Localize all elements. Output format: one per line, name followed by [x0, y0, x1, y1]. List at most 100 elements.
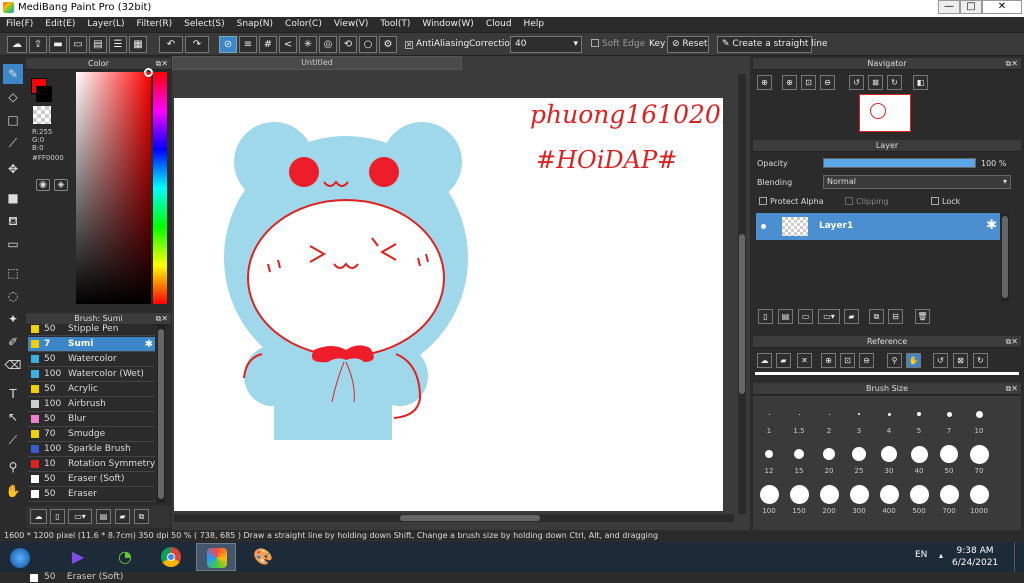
eyedropper-tool-icon[interactable]: ⚲	[3, 457, 23, 477]
brush-size-option[interactable]: 1	[755, 402, 783, 440]
canvas[interactable]: phuong16102010 #HOiDAP#	[174, 98, 723, 511]
brush-size-option[interactable]: 10	[965, 402, 993, 440]
brush-size-option[interactable]: 1.5	[785, 402, 813, 440]
copy-icon[interactable]: ⧉	[134, 509, 149, 524]
brush-size-option[interactable]: 5	[905, 402, 933, 440]
shape-tool-icon[interactable]: □	[3, 110, 23, 130]
brush-item[interactable]: 50 Acrylic	[28, 382, 155, 397]
new-halftone-layer-icon[interactable]: ▤	[778, 309, 793, 324]
lock-checkbox[interactable]: Lock	[931, 197, 960, 206]
reference-rotate-right-icon[interactable]: ↻	[973, 353, 988, 368]
hand-tool-icon[interactable]: ✋	[3, 481, 23, 501]
brush-scrollbar[interactable]	[157, 325, 165, 503]
upload-icon[interactable]: ⇪	[29, 36, 47, 53]
magic-wand-icon[interactable]: ✦	[3, 309, 23, 329]
redo-icon[interactable]: ↷	[185, 36, 209, 53]
snap-curve-icon[interactable]: ⟲	[339, 36, 357, 53]
layers-icon[interactable]: ☰	[109, 36, 127, 53]
reference-zoom-out-icon[interactable]: ⊖	[859, 353, 874, 368]
brush-settings-icon[interactable]: ▤	[96, 509, 111, 524]
add-layer-menu-icon[interactable]: ▭▾	[818, 309, 840, 324]
snap-settings-icon[interactable]: ⚙	[379, 36, 397, 53]
visual-studio-icon[interactable]: ▶	[58, 543, 98, 571]
add-brush-icon[interactable]: ▭▾	[68, 509, 92, 524]
brush-size-option[interactable]: 500	[905, 482, 933, 520]
reference-reset-icon[interactable]: ⊠	[953, 353, 968, 368]
grid-icon[interactable]: ▦	[129, 36, 147, 53]
transparent-swatch[interactable]	[33, 106, 51, 124]
float-icon[interactable]: ⧉✕	[1006, 58, 1018, 70]
soft-edge-checkbox[interactable]: Soft Edge	[591, 39, 645, 49]
fit-icon[interactable]: ⊡	[801, 75, 816, 90]
brush-size-option[interactable]: 150	[785, 482, 813, 520]
rotate-right-icon[interactable]: ↻	[887, 75, 902, 90]
palette-icon[interactable]: ◉	[36, 179, 50, 191]
menu-snap[interactable]: Snap(N)	[231, 17, 279, 32]
menu-select[interactable]: Select(S)	[178, 17, 231, 32]
reference-eyedropper-icon[interactable]: ⚲	[887, 353, 902, 368]
visibility-icon[interactable]	[761, 224, 766, 229]
brush-size-option[interactable]: 100	[755, 482, 783, 520]
brush-size-option[interactable]: 3	[845, 402, 873, 440]
reference-cloud-icon[interactable]: ☁	[757, 353, 772, 368]
opacity-slider[interactable]	[823, 158, 976, 168]
trash-icon[interactable]: 🗑	[915, 309, 930, 324]
select-pen-icon[interactable]: ✐	[3, 332, 23, 352]
zoom-fit-icon[interactable]: ⊕	[757, 75, 772, 90]
brush-size-option[interactable]: 50	[935, 442, 963, 480]
clock[interactable]: 9:38 AM 6/24/2021	[952, 545, 998, 569]
brush-tool-icon[interactable]: ✎	[3, 64, 23, 84]
zoom-out-icon[interactable]: ⊖	[820, 75, 835, 90]
maximize-button[interactable]: □	[960, 0, 982, 14]
new-brush-icon[interactable]: ▯	[50, 509, 65, 524]
float-icon[interactable]: ⧉✕	[1006, 383, 1018, 395]
brush-size-option[interactable]: 12	[755, 442, 783, 480]
undo-icon[interactable]: ↶	[159, 36, 183, 53]
operation-tool-icon[interactable]: ↖	[3, 407, 23, 427]
flip-icon[interactable]: ◧	[913, 75, 928, 90]
snap-radial-icon[interactable]: ✳	[299, 36, 317, 53]
menu-file[interactable]: File(F)	[0, 17, 39, 32]
minimize-button[interactable]: —	[938, 0, 960, 14]
float-icon[interactable]: ⧉✕	[1006, 336, 1018, 348]
select-eraser-icon[interactable]: ⌫	[3, 355, 23, 375]
ccleaner-icon[interactable]: ◔	[105, 543, 145, 571]
brush-size-option[interactable]: 4	[875, 402, 903, 440]
brush-size-option[interactable]: 25	[845, 442, 873, 480]
chrome-icon[interactable]	[151, 543, 191, 571]
hue-slider[interactable]	[153, 72, 167, 304]
brush-item[interactable]: 50 Stipple Pen	[28, 324, 155, 336]
file-icon[interactable]: ▭	[69, 36, 87, 53]
brush-item[interactable]: 100 Sparkle Brush	[28, 442, 155, 457]
menu-help[interactable]: Help	[518, 17, 551, 32]
antialiasing-checkbox[interactable]: ✕ AntiAliasing	[405, 39, 469, 49]
brush-size-option[interactable]: 300	[845, 482, 873, 520]
layer-row[interactable]: Layer1 ✱	[756, 213, 1000, 240]
brush-size-option[interactable]: 1000	[965, 482, 993, 520]
fill-rect-tool-icon[interactable]: ■	[3, 188, 23, 208]
menu-layer[interactable]: Layer(L)	[81, 17, 130, 32]
zoom-in-icon[interactable]: ⊕	[782, 75, 797, 90]
eraser-tool-icon[interactable]: ◇	[3, 87, 23, 107]
brush-size-option[interactable]: 15	[785, 442, 813, 480]
move-tool-icon[interactable]: ✥	[3, 159, 23, 179]
straight-line-button[interactable]: ✎ Create a straight line	[717, 36, 828, 53]
reference-fit-icon[interactable]: ⊡	[840, 353, 855, 368]
folder-icon[interactable]: ▰	[844, 309, 859, 324]
brush-item[interactable]: 50 Eraser	[28, 487, 155, 502]
reference-zoom-in-icon[interactable]: ⊕	[821, 353, 836, 368]
reference-open-icon[interactable]: ▰	[776, 353, 791, 368]
divide-tool-icon[interactable]: ⟋	[3, 430, 23, 450]
snap-ellipse-icon[interactable]: ○	[359, 36, 377, 53]
reset-view-icon[interactable]: ⊠	[868, 75, 883, 90]
menu-filter[interactable]: Filter(R)	[131, 17, 179, 32]
vertical-scrollbar[interactable]	[738, 74, 746, 514]
blending-select[interactable]: Normal ▾	[823, 175, 1011, 189]
tray-arrow-icon[interactable]: ▴	[939, 551, 943, 560]
windows-start-icon[interactable]	[2, 543, 38, 571]
scrollbar-thumb[interactable]	[1002, 216, 1008, 298]
comment-icon[interactable]: ▬	[49, 36, 67, 53]
close-button[interactable]: ✕	[982, 0, 1022, 14]
rotate-left-icon[interactable]: ↺	[849, 75, 864, 90]
snap-off-icon[interactable]: ⊘	[219, 36, 237, 53]
